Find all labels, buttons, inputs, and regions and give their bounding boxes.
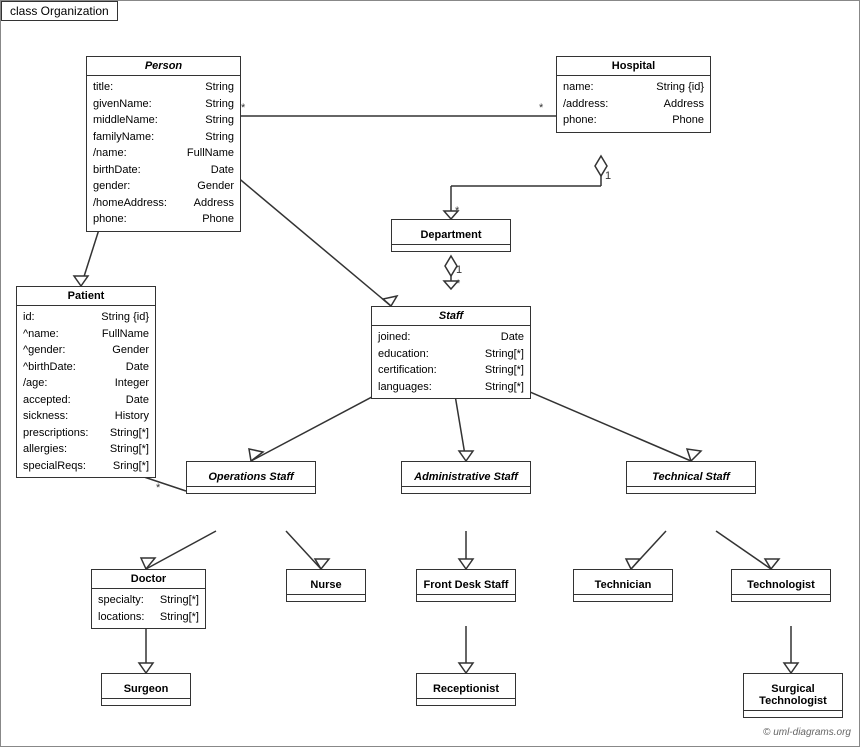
front-desk-staff-box: Front Desk Staff <box>416 569 516 602</box>
patient-attrs: id:String {id} ^name:FullName ^gender:Ge… <box>17 306 155 477</box>
staff-attrs: joined:Date education:String[*] certific… <box>372 326 530 398</box>
technical-staff-title: Technical Staff <box>627 468 755 487</box>
patient-title: Patient <box>17 287 155 306</box>
staff-box: Staff joined:Date education:String[*] ce… <box>371 306 531 399</box>
watermark: © uml-diagrams.org <box>763 727 851 738</box>
operations-staff-title: Operations Staff <box>187 468 315 487</box>
doctor-box: Doctor specialty:String[*] locations:Str… <box>91 569 206 629</box>
hospital-title: Hospital <box>557 57 710 76</box>
nurse-title: Nurse <box>287 576 365 595</box>
diagram-title: class Organization <box>1 1 118 21</box>
administrative-staff-box: Administrative Staff <box>401 461 531 494</box>
surgical-technologist-box: Surgical Technologist <box>743 673 843 718</box>
receptionist-title: Receptionist <box>417 680 515 699</box>
department-box: Department <box>391 219 511 252</box>
hospital-box: Hospital name:String {id} /address:Addre… <box>556 56 711 133</box>
svg-text:*: * <box>455 205 460 217</box>
surgical-technologist-title: Surgical Technologist <box>744 680 842 711</box>
operations-staff-box: Operations Staff <box>186 461 316 494</box>
technologist-box: Technologist <box>731 569 831 602</box>
technician-box: Technician <box>573 569 673 602</box>
front-desk-staff-title: Front Desk Staff <box>417 576 515 595</box>
administrative-staff-title: Administrative Staff <box>402 468 530 487</box>
surgeon-title: Surgeon <box>102 680 190 699</box>
svg-text:*: * <box>539 102 544 114</box>
svg-text:1: 1 <box>456 264 462 276</box>
technician-title: Technician <box>574 576 672 595</box>
doctor-title: Doctor <box>92 570 205 589</box>
nurse-box: Nurse <box>286 569 366 602</box>
technical-staff-box: Technical Staff <box>626 461 756 494</box>
doctor-attrs: specialty:String[*] locations:String[*] <box>92 589 205 628</box>
svg-text:*: * <box>456 278 461 290</box>
staff-title: Staff <box>372 307 530 326</box>
svg-text:1: 1 <box>605 170 611 182</box>
person-title: Person <box>87 57 240 76</box>
hospital-attrs: name:String {id} /address:Address phone:… <box>557 76 710 132</box>
diagram-container: class Organization 1 * * * 1 * <box>0 0 860 747</box>
surgeon-box: Surgeon <box>101 673 191 706</box>
svg-text:*: * <box>156 482 161 494</box>
svg-text:*: * <box>241 102 246 114</box>
person-attrs: title:String givenName:String middleName… <box>87 76 240 231</box>
patient-box: Patient id:String {id} ^name:FullName ^g… <box>16 286 156 478</box>
receptionist-box: Receptionist <box>416 673 516 706</box>
technologist-title: Technologist <box>732 576 830 595</box>
person-box: Person title:String givenName:String mid… <box>86 56 241 232</box>
department-title: Department <box>392 226 510 245</box>
